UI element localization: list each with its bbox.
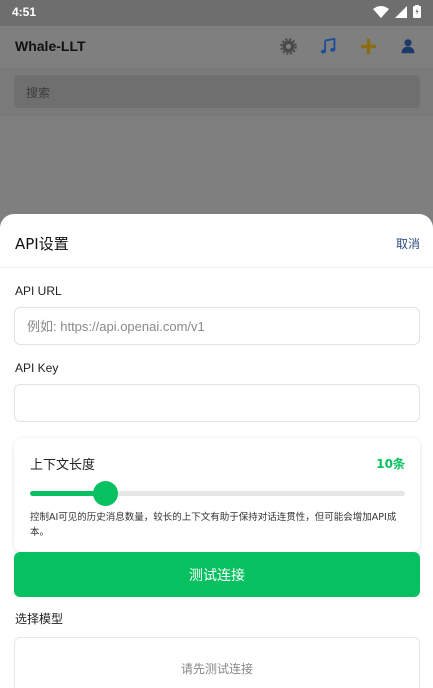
status-icons	[373, 5, 421, 18]
wifi-icon	[373, 5, 389, 18]
search-bar: 搜索	[0, 68, 433, 116]
status-time: 4:51	[12, 5, 37, 19]
context-length-label: 上下文长度	[30, 458, 96, 473]
sheet-title: API设置	[15, 235, 69, 253]
cancel-button[interactable]: 取消	[396, 235, 420, 252]
app-bar: Whale-LLT	[0, 26, 433, 68]
music-note-icon[interactable]	[317, 35, 339, 57]
test-connection-button[interactable]: 测试连接	[14, 552, 420, 597]
app-title: Whale-LLT	[15, 38, 86, 54]
api-settings-sheet: API设置 取消 API URL API Key 上下文长度 10条 控制AI可…	[0, 214, 433, 688]
context-length-value: 10条	[376, 457, 405, 471]
api-key-input[interactable]	[14, 384, 420, 422]
gear-icon[interactable]	[277, 35, 299, 57]
signal-icon	[395, 5, 407, 18]
context-length-card: 上下文长度 10条 控制AI可见的历史消息数量，较长的上下文有助于保持对话连贯性…	[14, 438, 420, 552]
app-bar-actions	[277, 35, 419, 57]
model-select-label: 选择模型	[15, 612, 64, 626]
api-key-label: API Key	[15, 361, 59, 375]
api-url-input[interactable]	[14, 307, 420, 345]
battery-icon	[413, 5, 421, 18]
plus-icon[interactable]	[357, 35, 379, 57]
model-select[interactable]: 请先测试连接	[14, 637, 420, 688]
context-length-description: 控制AI可见的历史消息数量，较长的上下文有助于保持对话连贯性，但可能会增加API…	[30, 512, 397, 538]
status-bar: 4:51	[0, 0, 433, 26]
api-url-label: API URL	[15, 284, 62, 298]
sheet-header: API设置 取消	[0, 214, 433, 268]
user-icon[interactable]	[397, 35, 419, 57]
search-input[interactable]: 搜索	[14, 75, 420, 108]
search-placeholder: 搜索	[26, 86, 51, 100]
slider-thumb[interactable]	[93, 481, 118, 506]
model-select-placeholder: 请先测试连接	[180, 662, 253, 676]
context-length-slider[interactable]	[30, 481, 405, 506]
